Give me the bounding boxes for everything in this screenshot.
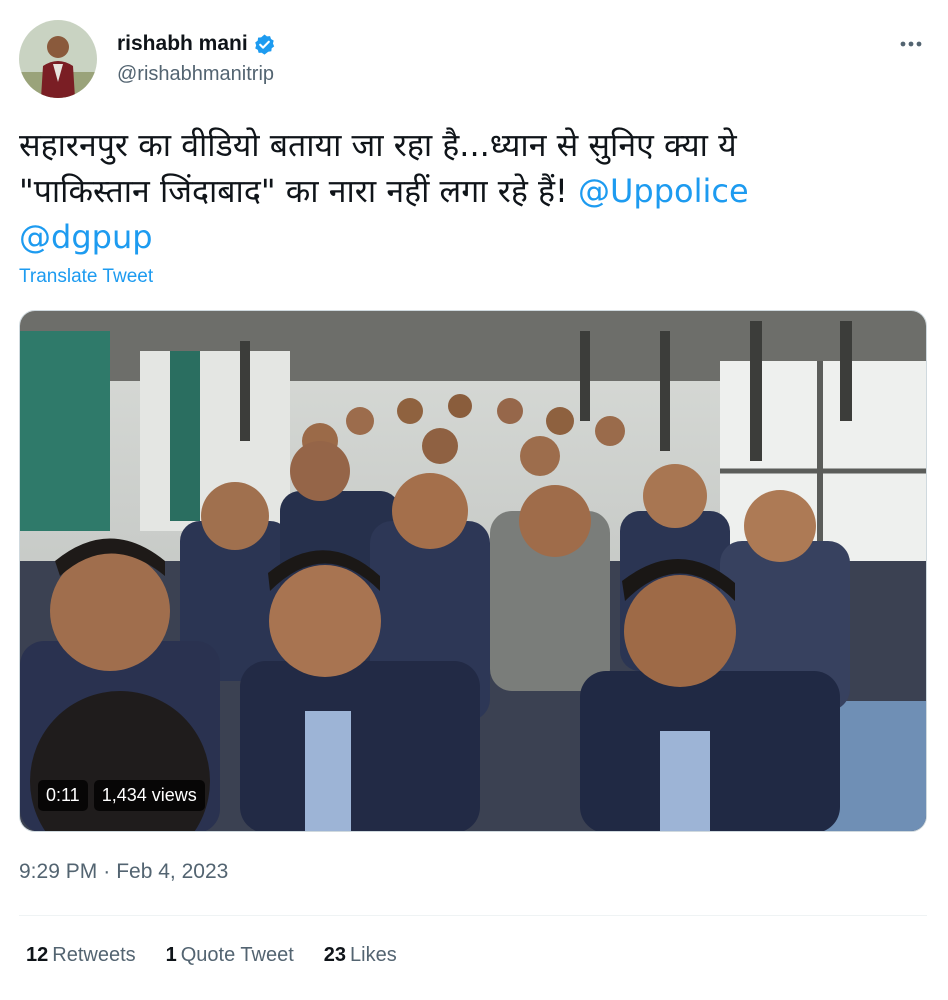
tweet-header: rishabh mani @rishabhmanitrip [19,20,929,102]
author-avatar[interactable] [19,20,97,98]
divider [19,915,927,916]
video-player[interactable]: 0:11 1,434 views [19,310,927,832]
display-name[interactable]: rishabh mani [117,32,248,56]
retweets-label: Retweets [52,944,136,966]
tweet-time: 9:29 PM [19,860,98,883]
tweet-text-line1: सहारनपुर का वीडियो बताया जा रहा है...ध्य… [19,126,737,164]
likes-count: 23 [323,944,347,966]
retweets-stat[interactable]: 12 Retweets [26,944,136,967]
video-thumbnail [20,311,926,831]
author-handle[interactable]: @rishabhmanitrip [117,63,274,86]
profile-photo-icon [19,20,97,98]
verified-badge-icon [254,33,274,55]
tweet-text: सहारनपुर का वीडियो बताया जा रहा है...ध्य… [19,122,919,260]
video-info-badges: 0:11 1,434 views [38,779,205,811]
tweet-text-line2: "पाकिस्तान जिंदाबाद" का नारा नहीं लगा रह… [19,172,578,210]
engagement-stats: 12 Retweets 1 Quote Tweet 23 Likes [26,944,397,967]
likes-label: Likes [350,944,397,966]
video-views: 1,434 views [93,779,205,811]
likes-stat[interactable]: 23 Likes [324,944,397,967]
video-duration: 0:11 [38,779,88,811]
quotes-label: Quote Tweet [180,944,294,966]
quotes-count: 1 [165,944,177,966]
tweet-date: Feb 4, 2023 [116,860,229,883]
mention-uppolice[interactable]: @Uppolice [578,172,749,210]
translate-tweet-link[interactable]: Translate Tweet [19,266,153,288]
timestamp-separator: · [103,860,111,883]
quote-tweets-stat[interactable]: 1 Quote Tweet [166,944,294,967]
tweet-timestamp[interactable]: 9:29 PM · Feb 4, 2023 [19,860,228,884]
mention-dgpup[interactable]: @dgpup [19,218,153,256]
more-options-icon[interactable] [895,32,927,56]
author-name-row[interactable]: rishabh mani [117,32,276,56]
retweets-count: 12 [26,944,49,966]
